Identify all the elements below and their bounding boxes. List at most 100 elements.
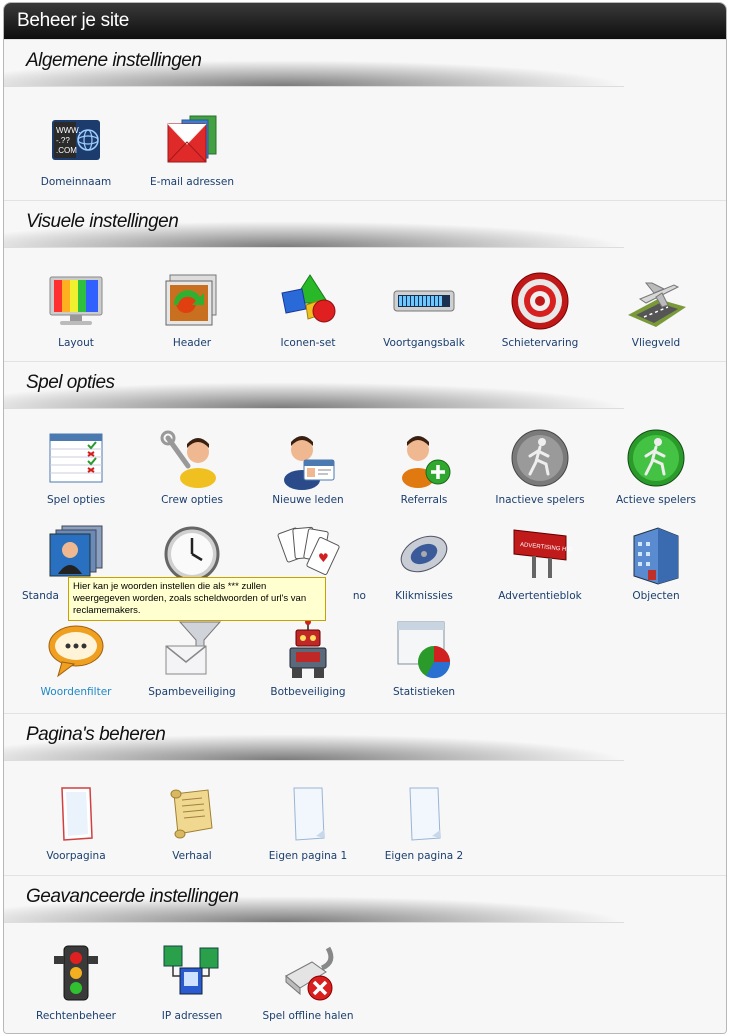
item-vliegveld[interactable]: Vliegveld xyxy=(598,269,714,349)
item-label: Header xyxy=(172,337,212,349)
window-title: Beheer je site xyxy=(4,3,726,39)
billboard-icon: ADVERTISING HERE xyxy=(513,529,572,578)
domain-icon: WWW. -.?? .COM xyxy=(52,120,100,160)
network-computers-icon xyxy=(163,945,219,995)
item-statistieken[interactable]: Statistieken xyxy=(366,618,482,698)
mouse-icon xyxy=(400,535,448,573)
item-label: Schietervaring xyxy=(501,337,579,349)
item-voortgangsbalk[interactable]: Voortgangsbalk xyxy=(366,269,482,349)
robot-icon xyxy=(289,619,327,678)
scroll-icon xyxy=(170,789,213,839)
mail-funnel-icon xyxy=(165,621,222,675)
email-icon xyxy=(167,115,217,163)
item-crew-opties[interactable]: Crew opties xyxy=(134,426,250,506)
item-label: IP adressen xyxy=(161,1010,223,1022)
item-label: Spambeveiliging xyxy=(148,686,236,698)
item-label: Verhaal xyxy=(172,850,212,862)
item-woordenfilter[interactable]: Woordenfilter xyxy=(18,618,134,698)
progress-bar-icon xyxy=(393,290,455,312)
section-visual-settings: Visuele instellingen Layout Header Icone… xyxy=(4,200,726,361)
network-cable-offline-icon xyxy=(285,946,334,1001)
item-spel-offline-halen[interactable]: Spel offline halen xyxy=(250,942,366,1022)
monitor-icon xyxy=(49,276,103,325)
blank-page-icon xyxy=(409,787,441,841)
item-schietervaring[interactable]: Schietervaring xyxy=(482,269,598,349)
svg-text:WWW.: WWW. xyxy=(56,126,80,135)
item-ip-adressen[interactable]: IP adressen xyxy=(134,942,250,1022)
item-klikmissies[interactable]: Klikmissies xyxy=(366,522,482,602)
target-icon xyxy=(511,272,569,330)
section-game-options: Spel opties Spel opties Crew opties Nieu… xyxy=(4,361,726,713)
section-title: Spel opties xyxy=(26,372,115,393)
section-manage-pages: Pagina's beheren Voorpagina Verhaal Eige… xyxy=(4,713,726,875)
shapes-icon xyxy=(281,274,336,323)
item-header[interactable]: Header xyxy=(134,269,250,349)
item-domeinnaam[interactable]: WWW. -.?? .COM Domeinnaam xyxy=(18,108,134,188)
traffic-light-icon xyxy=(54,945,98,1001)
header-image-icon xyxy=(165,274,217,326)
item-layout[interactable]: Layout xyxy=(18,269,134,349)
item-label: Statistieken xyxy=(392,686,456,698)
item-advertentieblok[interactable]: ADVERTISING HERE Advertentieblok xyxy=(482,522,598,602)
item-label: Eigen pagina 1 xyxy=(268,850,348,862)
item-botbeveiliging[interactable]: Botbeveiliging xyxy=(250,618,366,698)
active-walker-icon xyxy=(627,429,685,487)
crew-wrench-icon xyxy=(160,430,216,488)
item-label: Woordenfilter xyxy=(40,686,112,698)
item-label: Actieve spelers xyxy=(615,494,697,506)
item-voorpagina[interactable]: Voorpagina xyxy=(18,782,134,862)
woordenfilter-tooltip: Hier kan je woorden instellen die als **… xyxy=(68,577,326,621)
item-label: Klikmissies xyxy=(395,590,453,602)
item-eigen-pagina-2[interactable]: Eigen pagina 2 xyxy=(366,782,482,862)
front-page-icon xyxy=(61,787,93,841)
item-label: Vliegveld xyxy=(631,337,681,349)
item-label: Inactieve spelers xyxy=(495,494,585,506)
item-label: Advertentieblok xyxy=(498,590,582,602)
item-label: Iconen-set xyxy=(280,337,336,349)
speech-bubble-icon xyxy=(48,625,104,678)
item-label: Referrals xyxy=(400,494,448,506)
item-label: Nieuwe leden xyxy=(272,494,344,506)
item-objecten[interactable]: Objecten xyxy=(598,522,714,602)
item-spel-opties[interactable]: Spel opties xyxy=(18,426,134,506)
section-title: Visuele instellingen xyxy=(26,211,179,232)
svg-text:.COM: .COM xyxy=(56,146,77,155)
item-label: Spel opties xyxy=(46,494,106,506)
svg-text:♥: ♥ xyxy=(318,551,329,565)
blank-page-icon xyxy=(293,787,325,841)
building-icon xyxy=(633,527,679,585)
inactive-walker-icon xyxy=(511,429,569,487)
item-inactieve-spelers[interactable]: Inactieve spelers xyxy=(482,426,598,506)
pie-chart-window-icon xyxy=(397,621,451,679)
manage-site-window: Beheer je site Algemene instellingen WWW… xyxy=(3,2,727,1034)
item-iconen-set[interactable]: Iconen-set xyxy=(250,269,366,349)
item-label: Eigen pagina 2 xyxy=(384,850,464,862)
section-general-settings: Algemene instellingen WWW. -.?? .COM Dom… xyxy=(4,39,726,200)
item-label: Objecten xyxy=(632,590,680,602)
item-verhaal[interactable]: Verhaal xyxy=(134,782,250,862)
checklist-icon xyxy=(49,433,103,483)
item-eigen-pagina-1[interactable]: Eigen pagina 1 xyxy=(250,782,366,862)
item-spambeveiliging[interactable]: Spambeveiliging xyxy=(134,618,250,698)
item-actieve-spelers[interactable]: Actieve spelers xyxy=(598,426,714,506)
item-label: Layout xyxy=(58,337,94,349)
section-title: Algemene instellingen xyxy=(26,50,202,71)
item-label: Voorpagina xyxy=(46,850,106,862)
airplane-icon xyxy=(628,282,686,327)
item-label: Voortgangsbalk xyxy=(383,337,465,349)
id-card-icon xyxy=(284,436,335,490)
item-label: Crew opties xyxy=(161,494,223,506)
item-label: Domeinnaam xyxy=(40,176,112,188)
item-nieuwe-leden[interactable]: Nieuwe leden xyxy=(250,426,366,506)
svg-text:-.??: -.?? xyxy=(56,136,70,145)
item-label: Rechtenbeheer xyxy=(36,1010,116,1022)
add-user-icon xyxy=(402,436,451,488)
section-advanced-settings: Geavanceerde instellingen Rechtenbeheer … xyxy=(4,875,726,1033)
section-title: Geavanceerde instellingen xyxy=(26,886,239,907)
section-title: Pagina's beheren xyxy=(26,724,166,745)
item-referrals[interactable]: Referrals xyxy=(366,426,482,506)
item-label: E-mail adressen xyxy=(150,176,234,188)
item-email-adressen[interactable]: E-mail adressen xyxy=(134,108,250,188)
item-label: Botbeveiliging xyxy=(270,686,346,698)
item-rechtenbeheer[interactable]: Rechtenbeheer xyxy=(18,942,134,1022)
